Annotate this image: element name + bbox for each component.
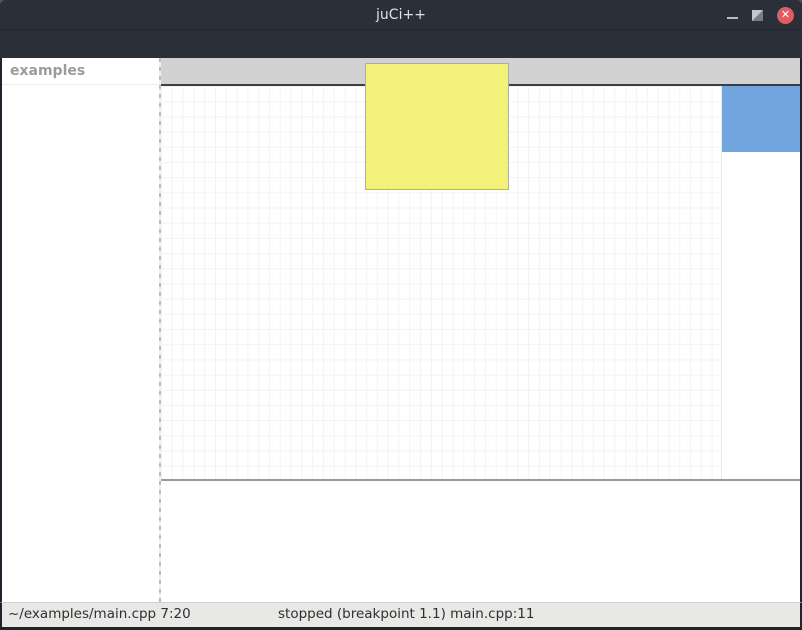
minimap[interactable] xyxy=(722,86,800,479)
status-bar: ~/examples/main.cpp 7:20 stopped (breakp… xyxy=(0,602,802,627)
restore-icon[interactable] xyxy=(752,10,763,21)
app-window: juCi++ ✕ examples ~/examples/mai xyxy=(0,0,802,630)
minimap-slider[interactable] xyxy=(722,86,800,152)
minimize-icon[interactable] xyxy=(727,17,738,19)
window-title: juCi++ xyxy=(0,7,802,23)
debug-value-tooltip xyxy=(365,63,509,190)
titlebar[interactable]: juCi++ ✕ xyxy=(0,0,802,30)
status-debug-state: stopped (breakpoint 1.1) main.cpp:11 xyxy=(278,603,534,626)
project-name-label: examples xyxy=(2,58,159,85)
terminal-output[interactable] xyxy=(161,479,800,602)
editor-pane xyxy=(161,58,800,602)
window-controls: ✕ xyxy=(727,0,794,30)
status-file-position: ~/examples/main.cpp 7:20 xyxy=(8,603,191,626)
file-tree-panel: examples xyxy=(2,58,159,602)
close-icon[interactable]: ✕ xyxy=(777,7,794,24)
menu-bar xyxy=(0,30,802,58)
